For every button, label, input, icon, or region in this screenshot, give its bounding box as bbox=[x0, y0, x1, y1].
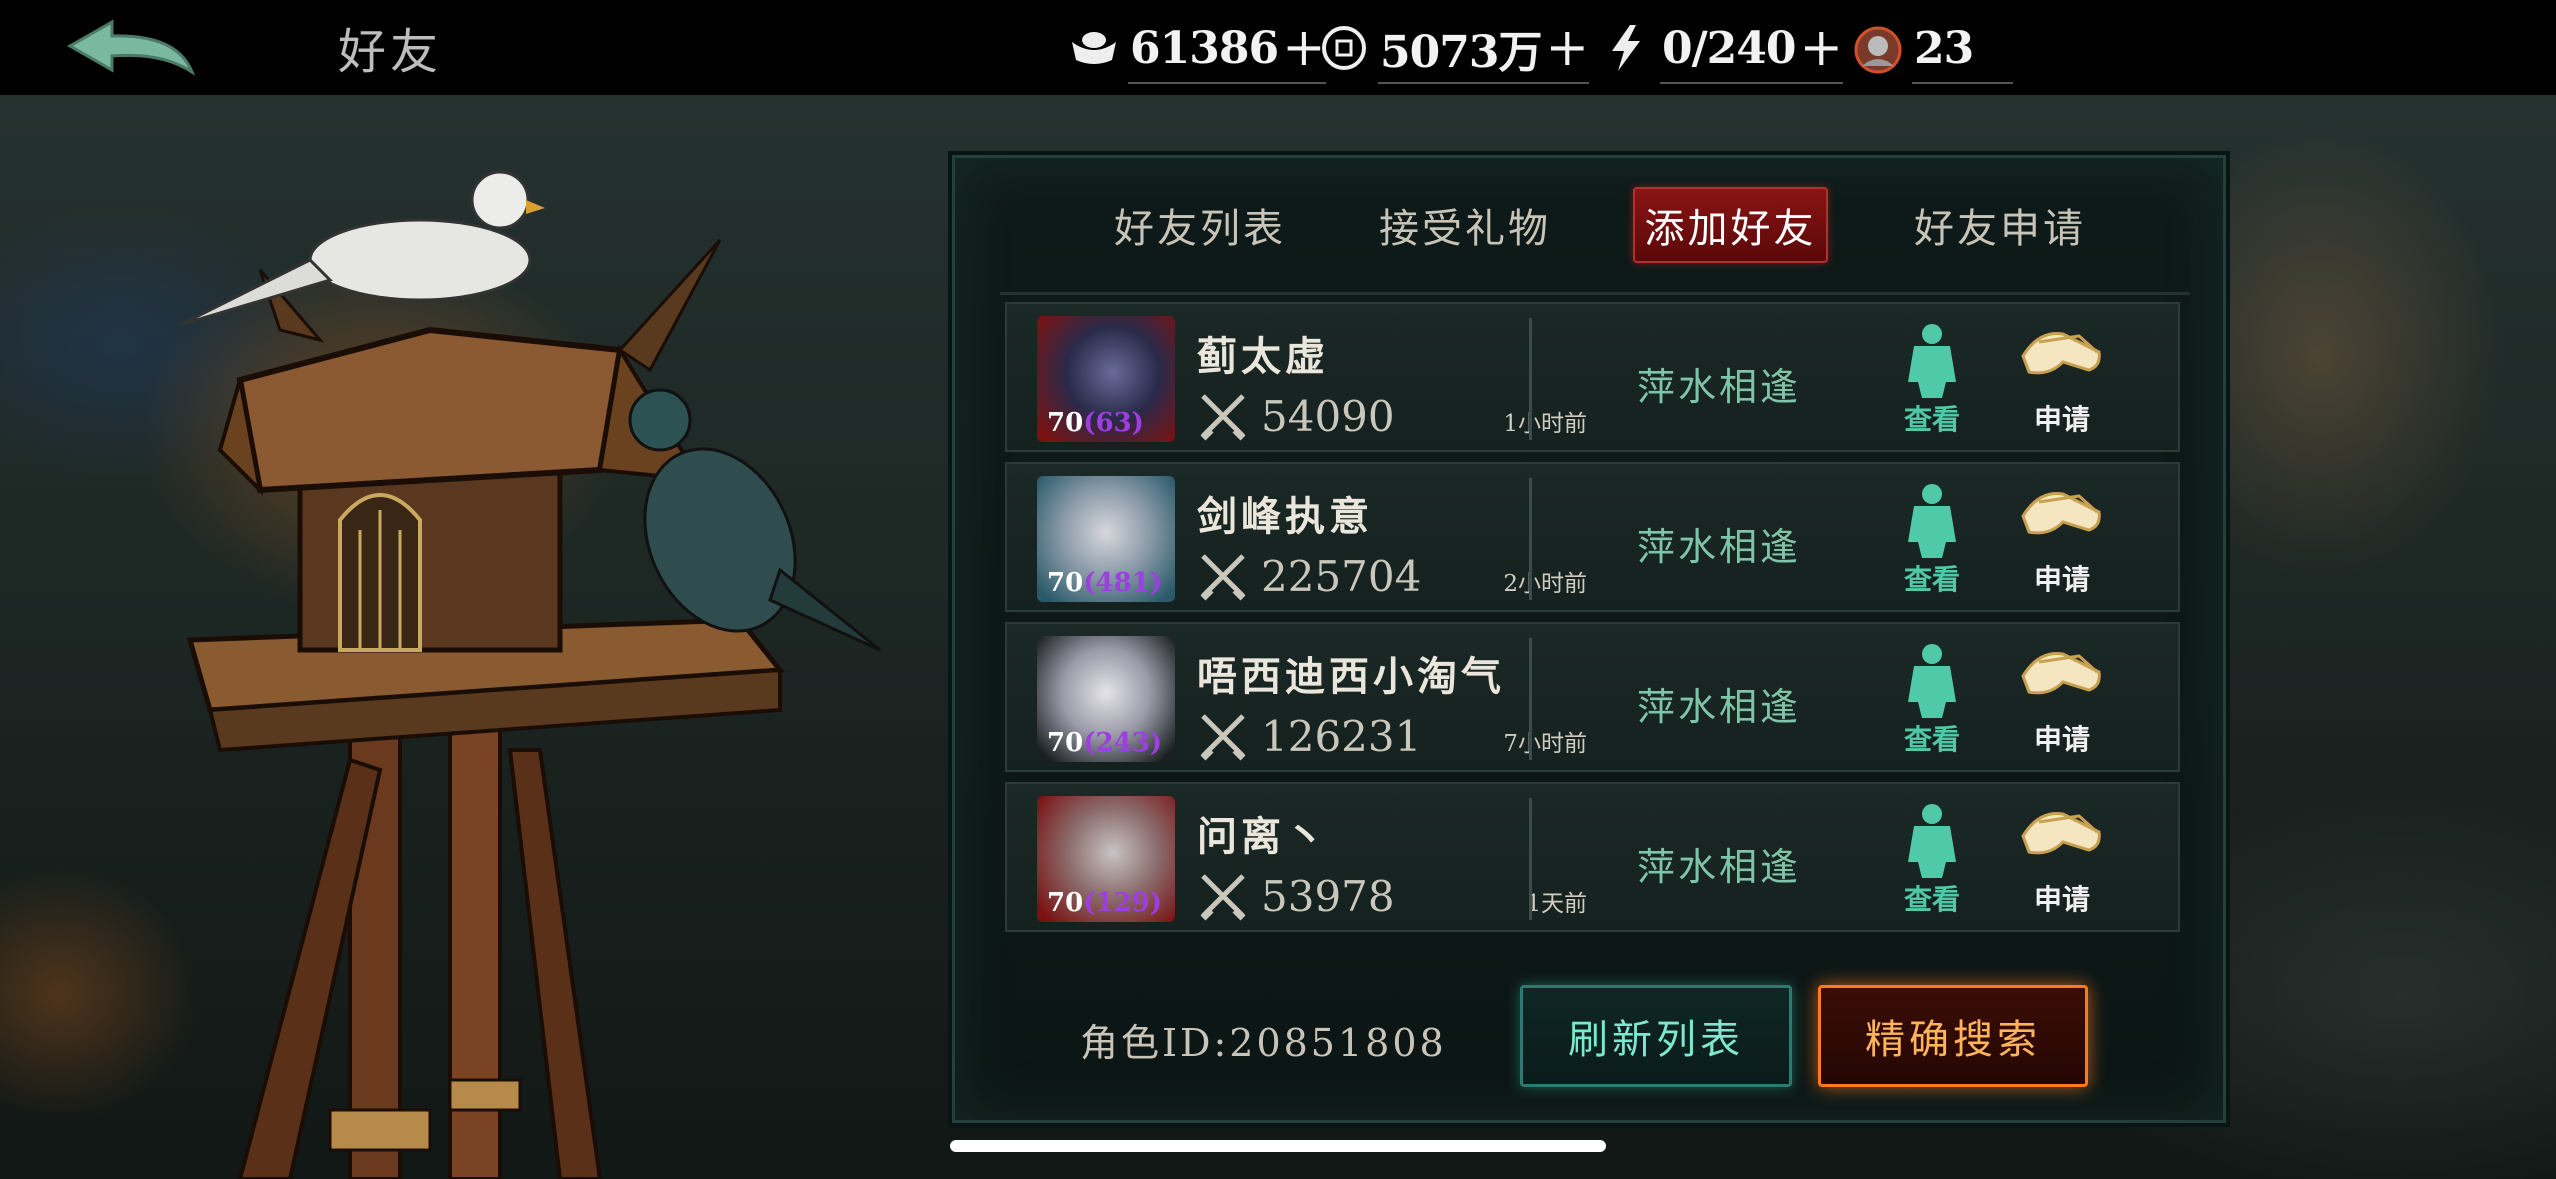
role-id: 角色ID:20851808 bbox=[1080, 1021, 1447, 1065]
last-online: 1天前 bbox=[1526, 891, 1587, 917]
divider bbox=[1529, 318, 1532, 440]
avatar[interactable]: 70(243) bbox=[1037, 636, 1175, 762]
silver-ingot-icon bbox=[1068, 22, 1120, 74]
crossed-swords-icon bbox=[1200, 714, 1246, 761]
last-online: 7小时前 bbox=[1503, 731, 1587, 757]
combat-power: 54090 bbox=[1197, 390, 1395, 442]
divider bbox=[1529, 798, 1532, 920]
character-token-icon bbox=[1852, 22, 1904, 74]
list-item[interactable]: 70(481) 剑峰执意 225704 2小时前 萍水相逢 查看 申请 bbox=[1005, 462, 2180, 612]
player-sub-level: (481) bbox=[1083, 568, 1163, 598]
list-item[interactable]: 70(243) 唔西迪西小淘气 126231 7小时前 萍水相逢 查看 申请 bbox=[1005, 622, 2180, 772]
page-title: 好友 bbox=[338, 24, 443, 80]
add-coin-button[interactable]: + bbox=[1545, 22, 1589, 74]
tab-friend-requests[interactable]: 好友申请 bbox=[1880, 185, 2120, 265]
divider bbox=[1529, 478, 1532, 600]
combat-power: 225704 bbox=[1197, 550, 1421, 602]
power-value: 126231 bbox=[1261, 711, 1422, 761]
avatar[interactable]: 70(481) bbox=[1037, 476, 1175, 602]
person-silhouette-icon bbox=[1908, 324, 1956, 398]
player-level: 70 bbox=[1047, 728, 1084, 758]
view-button[interactable]: 查看 bbox=[1897, 642, 1967, 758]
player-sub-level: (243) bbox=[1083, 728, 1163, 758]
back-arrow-icon[interactable] bbox=[62, 14, 204, 84]
tab-add-friend[interactable]: 添加好友 bbox=[1633, 187, 1828, 263]
cupped-hands-icon bbox=[2021, 651, 2101, 695]
player-level: 70 bbox=[1047, 568, 1084, 598]
relationship-status: 萍水相逢 bbox=[1637, 525, 1802, 569]
copper-coin-icon bbox=[1318, 22, 1370, 74]
player-name: 唔西迪西小淘气 bbox=[1197, 653, 1505, 700]
crossed-swords-icon bbox=[1200, 394, 1246, 441]
avatar[interactable]: 70(63) bbox=[1037, 316, 1175, 442]
crossed-swords-icon bbox=[1200, 554, 1246, 601]
relationship-status: 萍水相逢 bbox=[1637, 685, 1802, 729]
coin-value: 5073万 bbox=[1380, 27, 1542, 78]
refresh-list-button[interactable]: 刷新列表 bbox=[1520, 985, 1792, 1087]
home-indicator[interactable] bbox=[950, 1140, 1606, 1152]
list-item[interactable]: 70(129) 问离丶 53978 1天前 萍水相逢 查看 申请 bbox=[1005, 782, 2180, 932]
tab-divider bbox=[1000, 292, 2190, 295]
add-stamina-button[interactable]: + bbox=[1800, 22, 1844, 74]
apply-button[interactable]: 申请 bbox=[2017, 642, 2107, 758]
player-name: 剑峰执意 bbox=[1197, 493, 1373, 540]
stamina-resource: 0/240 + bbox=[1600, 18, 1844, 84]
relationship-status: 萍水相逢 bbox=[1637, 845, 1802, 889]
power-value: 225704 bbox=[1261, 551, 1422, 601]
player-sub-level: (63) bbox=[1083, 408, 1144, 438]
apply-button[interactable]: 申请 bbox=[2017, 482, 2107, 598]
stamina-value: 0/240 bbox=[1662, 22, 1797, 74]
birdhouse-illustration bbox=[180, 170, 881, 1179]
player-level: 70 bbox=[1047, 888, 1084, 918]
divider bbox=[1529, 638, 1532, 760]
coin-resource: 5073万 + bbox=[1318, 18, 1590, 84]
relationship-status: 萍水相逢 bbox=[1637, 365, 1802, 409]
person-silhouette-icon bbox=[1908, 484, 1956, 558]
crossed-swords-icon bbox=[1200, 874, 1246, 921]
apply-button[interactable]: 申请 bbox=[2017, 322, 2107, 438]
lightning-stamina-icon bbox=[1600, 22, 1652, 74]
token-resource: 23 bbox=[1852, 18, 2014, 84]
person-silhouette-icon bbox=[1908, 644, 1956, 718]
list-item[interactable]: 70(63) 蓟太虚 54090 1小时前 萍水相逢 查看 申请 bbox=[1005, 302, 2180, 452]
player-sub-level: (129) bbox=[1083, 888, 1163, 918]
combat-power: 53978 bbox=[1197, 870, 1395, 922]
combat-power: 126231 bbox=[1197, 710, 1421, 762]
silver-value: 61386 bbox=[1130, 22, 1279, 74]
cupped-hands-icon bbox=[2021, 811, 2101, 855]
cupped-hands-icon bbox=[2021, 491, 2101, 535]
view-button[interactable]: 查看 bbox=[1897, 482, 1967, 598]
tab-receive-gift[interactable]: 接受礼物 bbox=[1345, 185, 1585, 265]
power-value: 54090 bbox=[1261, 391, 1395, 441]
power-value: 53978 bbox=[1261, 871, 1395, 921]
tab-bar: 好友列表 接受礼物 添加好友 好友申请 bbox=[1080, 185, 2140, 265]
player-name: 蓟太虚 bbox=[1197, 333, 1329, 380]
apply-button[interactable]: 申请 bbox=[2017, 802, 2107, 918]
silver-resource: 61386 + bbox=[1068, 18, 1326, 84]
cupped-hands-icon bbox=[2021, 331, 2101, 375]
person-silhouette-icon bbox=[1908, 804, 1956, 878]
token-value: 23 bbox=[1914, 22, 1974, 74]
view-button[interactable]: 查看 bbox=[1897, 802, 1967, 918]
view-button[interactable]: 查看 bbox=[1897, 322, 1967, 438]
player-level: 70 bbox=[1047, 408, 1084, 438]
avatar[interactable]: 70(129) bbox=[1037, 796, 1175, 922]
last-online: 2小时前 bbox=[1503, 571, 1587, 597]
player-name: 问离丶 bbox=[1197, 813, 1329, 860]
exact-search-button[interactable]: 精确搜索 bbox=[1818, 985, 2088, 1087]
tab-friend-list[interactable]: 好友列表 bbox=[1080, 185, 1320, 265]
last-online: 1小时前 bbox=[1503, 411, 1587, 437]
